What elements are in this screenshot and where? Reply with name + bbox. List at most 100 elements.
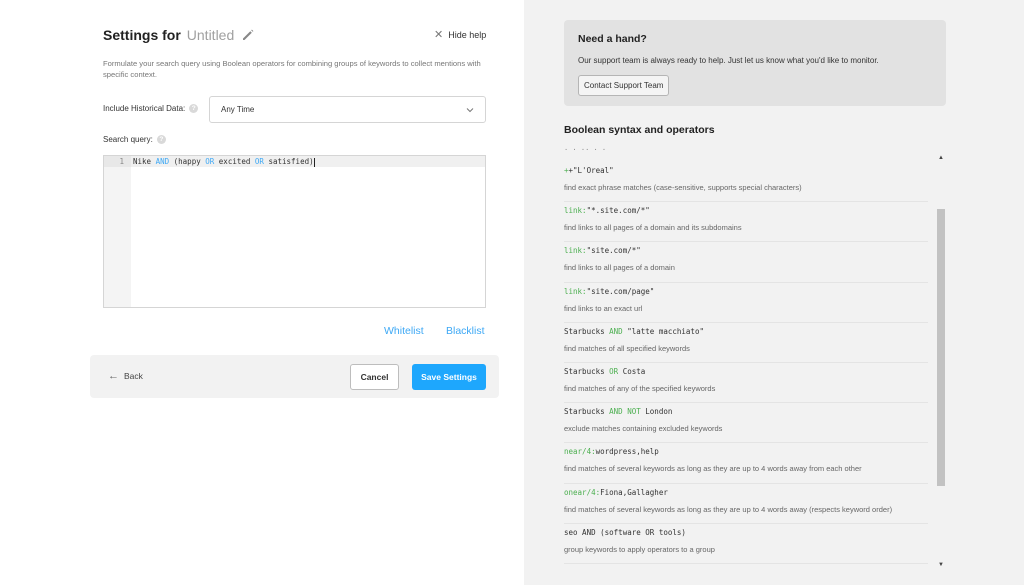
arrow-left-icon: ← — [108, 369, 119, 382]
cancel-button[interactable]: Cancel — [350, 364, 399, 390]
syntax-item: link:"site.com/*" find links to all pages… — [564, 242, 928, 283]
footer-bar: ← Back Cancel Save Settings — [90, 355, 499, 398]
syntax-description: find links to all pages of a domain and … — [564, 223, 742, 233]
syntax-item: onear/4:Fiona,Gallagher find matches of s… — [564, 484, 928, 524]
syntax-item: seo AND (software OR tools) group keyword… — [564, 524, 928, 564]
title-prefix: Settings for — [103, 27, 181, 43]
back-button[interactable]: ← Back — [108, 369, 143, 382]
page-title: Settings for Untitled — [103, 27, 255, 43]
syntax-code: ++"L'Oreal" — [564, 166, 614, 175]
syntax-code: link:"site.com/page" — [564, 287, 654, 296]
syntax-description: find matches of several keywords as long… — [564, 464, 862, 474]
syntax-operator: near/4: — [564, 447, 596, 457]
syntax-description: find links to all pages of a domain — [564, 263, 675, 273]
search-query-label: Search query: ? — [103, 135, 166, 144]
syntax-description: find matches of several keywords as long… — [564, 504, 893, 514]
historical-data-select[interactable]: Any Time — [209, 96, 486, 123]
syntax-description: find links to an exact url — [564, 303, 643, 313]
syntax-description: group keywords to apply operators to a g… — [564, 544, 715, 554]
save-settings-button[interactable]: Save Settings — [412, 364, 486, 390]
scroll-down-icon[interactable]: ▼ — [937, 562, 945, 568]
syntax-term: "site.com/page" — [586, 286, 655, 296]
support-card: Need a hand? Our support team is always … — [564, 20, 946, 106]
scroll-up-icon[interactable]: ▲ — [937, 155, 945, 161]
search-query-editor[interactable]: 1 Nike AND (happy OR excited OR satisfie… — [103, 155, 486, 308]
syntax-term: London — [640, 407, 673, 417]
syntax-term: Starbucks — [564, 407, 610, 417]
chevron-down-icon — [466, 108, 474, 113]
syntax-code: near/4:wordpress,help — [564, 447, 659, 456]
historical-data-text: Include Historical Data: — [103, 104, 186, 113]
syntax-term: "*.site.com/*" — [586, 206, 650, 216]
syntax-item: ++"L'Oreal" find exact phrase matches (ca… — [564, 162, 928, 203]
query-token: satisfied) — [263, 157, 314, 166]
support-title: Need a hand? — [578, 33, 647, 45]
historical-data-value: Any Time — [221, 105, 255, 114]
query-token: (happy — [169, 157, 206, 166]
clipped-row: · · ·· · · — [564, 146, 607, 154]
blacklist-link[interactable]: Blacklist — [446, 325, 485, 337]
back-label: Back — [124, 371, 143, 381]
syntax-operator: AND NOT — [609, 407, 641, 417]
hide-help-button[interactable]: ✕ Hide help — [434, 28, 487, 41]
syntax-title: Boolean syntax and operators — [564, 124, 715, 136]
syntax-description: find exact phrase matches (case-sensitiv… — [564, 183, 802, 192]
syntax-operator: onear/4: — [564, 487, 601, 497]
syntax-description: find matches of all specified keywords — [564, 343, 690, 353]
syntax-operator: OR — [609, 367, 619, 376]
close-icon: ✕ — [434, 28, 444, 41]
syntax-term: +"L'Oreal" — [568, 166, 614, 175]
project-name[interactable]: Untitled — [187, 27, 234, 43]
historical-data-label: Include Historical Data: ? — [103, 104, 199, 113]
syntax-term: Starbucks — [564, 367, 610, 376]
syntax-term: Costa — [618, 367, 646, 376]
syntax-item: link:"site.com/page" find links to an exa… — [564, 283, 928, 323]
support-text: Our support team is always ready to help… — [578, 56, 879, 65]
syntax-term: "latte macchiato" — [622, 326, 704, 336]
line-number: 1 — [104, 156, 131, 167]
whitelist-link[interactable]: Whitelist — [384, 325, 424, 337]
syntax-term: Starbucks — [564, 326, 610, 336]
syntax-code: seo AND (software OR tools) — [564, 528, 686, 537]
syntax-item: link:"*.site.com/*" find links to all pag… — [564, 202, 928, 243]
pencil-icon[interactable] — [241, 28, 255, 42]
syntax-term: "site.com/*" — [586, 246, 641, 256]
text-cursor — [313, 157, 315, 167]
syntax-term: wordpress,help — [595, 447, 659, 457]
syntax-operator: link: — [564, 206, 587, 216]
hide-help-label: Hide help — [448, 30, 487, 40]
syntax-operator: AND — [609, 326, 623, 336]
syntax-item: near/4:wordpress,help find matches of sev… — [564, 443, 928, 484]
query-operator: AND — [155, 157, 170, 166]
query-token: Nike — [133, 157, 156, 166]
syntax-code: onear/4:Fiona,Gallagher — [564, 488, 668, 497]
syntax-code: link:"site.com/*" — [564, 246, 641, 255]
syntax-operator: link: — [564, 246, 587, 256]
description: Formulate your search query using Boolea… — [103, 59, 481, 79]
search-query-text: Search query: — [103, 135, 153, 144]
contact-support-button[interactable]: Contact Support Team — [578, 75, 670, 96]
line-gutter — [104, 156, 131, 307]
syntax-code: Starbucks AND "latte macchiato" — [564, 327, 704, 336]
help-icon[interactable]: ? — [156, 135, 166, 144]
query-line[interactable]: Nike AND (happy OR excited OR satisfied) — [131, 156, 485, 167]
syntax-term: Fiona,Gallagher — [600, 487, 668, 497]
query-token: excited — [214, 157, 255, 166]
help-icon[interactable]: ? — [189, 104, 199, 113]
query-operator: OR — [205, 157, 215, 166]
syntax-code: Starbucks OR Costa — [564, 367, 645, 376]
syntax-list[interactable]: · · ·· · · ++"L'Oreal" find exact phrase … — [564, 146, 934, 566]
syntax-code: link:"*.site.com/*" — [564, 206, 650, 215]
syntax-item: Starbucks AND NOT London exclude matches … — [564, 403, 928, 444]
query-operator: OR — [254, 157, 264, 166]
syntax-item: Starbucks OR Costa find matches of any of… — [564, 363, 928, 404]
scrollbar-thumb[interactable] — [937, 209, 945, 486]
help-panel: Need a hand? Our support team is always … — [524, 0, 1024, 585]
syntax-term: seo AND (software OR tools) — [564, 527, 686, 537]
syntax-code: Starbucks AND NOT London — [564, 407, 672, 416]
syntax-description: find matches of any of the specified key… — [564, 384, 716, 393]
syntax-item: Starbucks AND "latte macchiato" find matc… — [564, 323, 928, 363]
syntax-operator: link: — [564, 286, 587, 296]
settings-panel: Settings for Untitled ✕ Hide help Formul… — [0, 0, 524, 585]
syntax-description: exclude matches containing excluded keyw… — [564, 424, 723, 434]
